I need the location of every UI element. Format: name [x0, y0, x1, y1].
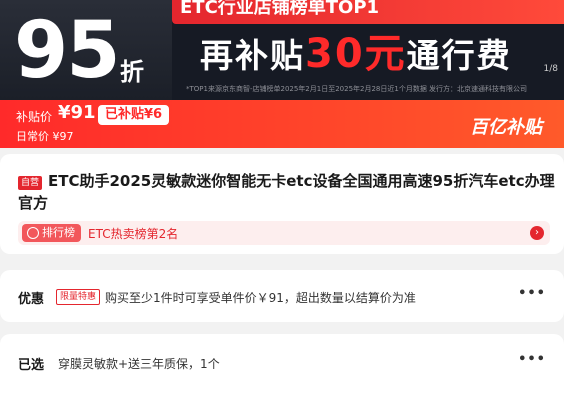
trophy-icon — [27, 227, 39, 239]
banner-ribbon-text: ETC行业店铺榜单TOP1 — [180, 0, 380, 18]
billion-subsidy-logo: 百亿补贴 — [470, 117, 542, 138]
offer-label: 优惠 — [18, 292, 45, 307]
banner-discount-number: 95 — [14, 6, 121, 96]
more-dots-icon[interactable]: ••• — [518, 352, 546, 367]
subsidy-price-label: 补贴价 — [16, 110, 53, 124]
banner-sub-prefix: 再补贴 — [200, 36, 305, 75]
product-title-card: ETC助手2025灵敏款迷你智能无卡etc设备全国通用高速95折汽车etc办理官… — [0, 154, 564, 254]
selected-spec: 穿膜灵敏款+送三年质保，1个 — [58, 357, 220, 371]
daily-price: 日常价 ¥97 — [16, 130, 74, 143]
ranking-text: ETC热卖榜第2名 — [88, 227, 179, 241]
ranking-row[interactable]: 排行榜 ETC热卖榜第2名 › — [18, 221, 550, 245]
subsidized-badge: 已补贴¥6 — [98, 105, 170, 125]
banner-footnote: *TOP1来源京东商智-店铺榜单2025年2月1日至2025年2月28日近1个月… — [186, 85, 528, 93]
offer-row[interactable]: 优惠 限量特惠 购买至少1件时可享受单件价￥91，超出数量以结算价为准 ••• — [0, 270, 564, 322]
limited-offer-tag: 限量特惠 — [56, 289, 101, 305]
chevron-right-icon[interactable]: › — [530, 226, 544, 240]
offer-text: 购买至少1件时可享受单件价￥91，超出数量以结算价为准 — [105, 291, 416, 305]
banner-discount-suffix: 折 — [120, 58, 144, 86]
self-operated-tag: 自营 — [18, 176, 43, 190]
selected-row[interactable]: 已选 穿膜灵敏款+送三年质保，1个 ••• — [0, 334, 564, 403]
banner-sub-suffix: 通行费 — [406, 36, 512, 75]
banner-sub-highlight: 30元 — [305, 31, 407, 77]
banner-page-indicator: 1/8 — [543, 64, 558, 74]
selected-label: 已选 — [18, 358, 45, 373]
more-dots-icon[interactable]: ••• — [518, 286, 546, 301]
banner-ribbon: ETC行业店铺榜单TOP1 — [172, 0, 564, 24]
price-bar: 补贴价 ¥91 已补贴¥6 日常价 ¥97 百亿补贴 — [0, 100, 564, 148]
product-title: ETC助手2025灵敏款迷你智能无卡etc设备全国通用高速95折汽车etc办理官… — [18, 172, 555, 212]
promo-banner[interactable]: 95 折 ETC行业店铺榜单TOP1 再补贴30元通行费 1/8 *TOP1来源… — [0, 0, 564, 100]
ranking-pill: 排行榜 — [22, 224, 81, 242]
subsidy-price: ¥91 — [58, 102, 96, 123]
ranking-pill-label: 排行榜 — [42, 226, 75, 239]
banner-subsidy-text: 再补贴30元通行费 — [200, 30, 512, 80]
